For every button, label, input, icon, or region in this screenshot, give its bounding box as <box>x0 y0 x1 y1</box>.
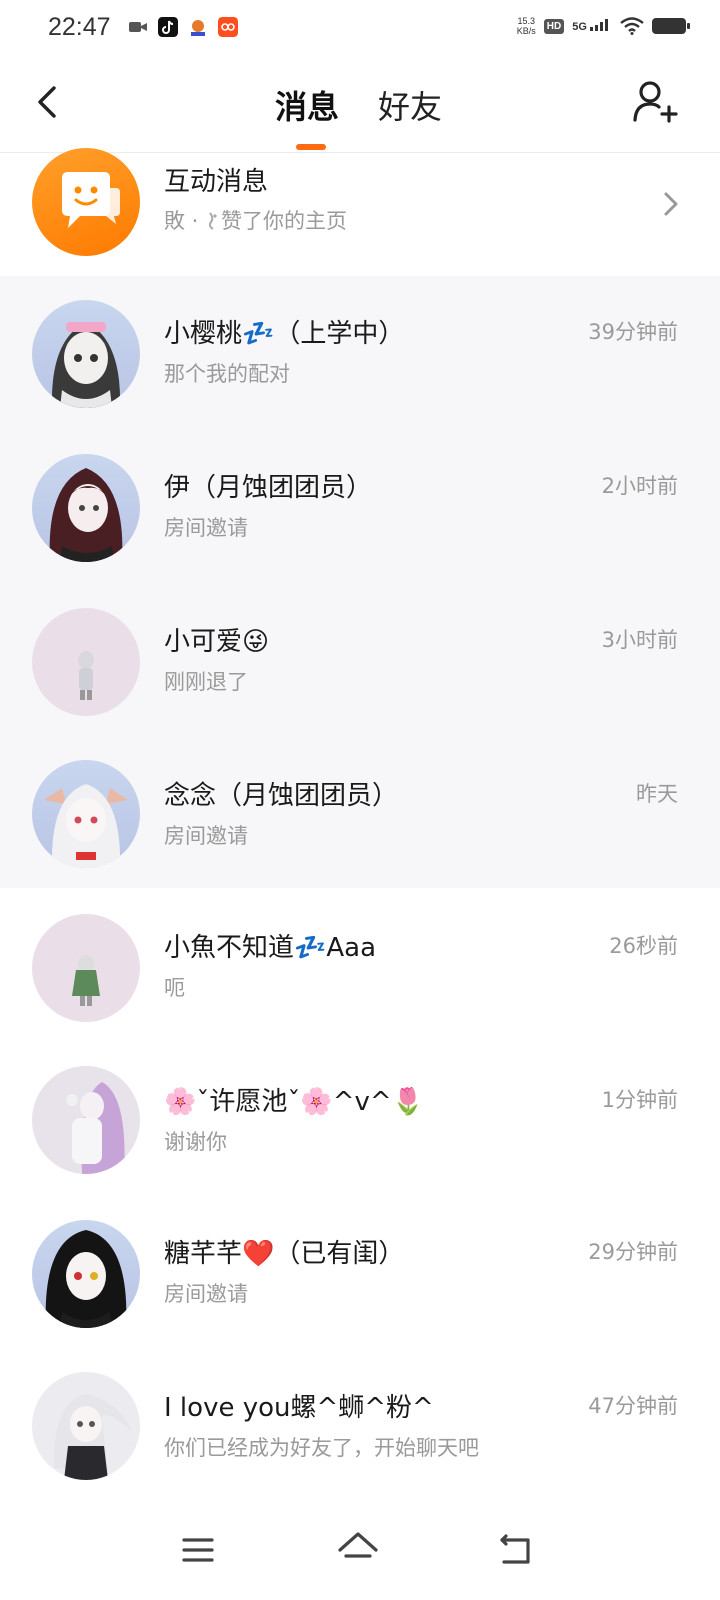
network-speed-unit: KB/s <box>516 26 536 36</box>
interaction-preview-user: 敗 · <box>164 209 206 233</box>
system-navigation-bar <box>0 1508 720 1600</box>
message-preview: 房间邀请 <box>164 824 248 848</box>
avatar-glyph-icon <box>208 212 217 230</box>
message-preview: 刚刚退了 <box>164 670 248 694</box>
message-time: 2小时前 <box>601 474 678 498</box>
status-bar: 22:47 15.3 KB/s HD 5G <box>0 0 720 56</box>
conversation-row[interactable]: I love you螺^蛳^粉^ 你们已经成为好友了，开始聊天吧 47分钟前 <box>0 1350 720 1506</box>
message-preview: 房间邀请 <box>164 516 248 540</box>
network-speed-value: 15.3 <box>517 16 536 26</box>
chibi-avatar-icon <box>72 955 100 1006</box>
user-avatar <box>32 454 140 562</box>
conversation-row[interactable]: 小樱桃💤（上学中） 那个我的配对 39分钟前 <box>0 276 720 432</box>
message-time: 3小时前 <box>601 628 678 652</box>
conversation-row[interactable]: 小魚不知道💤Aaa 呃 26秒前 <box>0 890 720 1046</box>
user-avatar <box>32 1066 140 1174</box>
message-time: 昨天 <box>636 782 678 806</box>
user-avatar <box>32 1372 140 1480</box>
contact-name: 小樱桃💤（上学中） <box>164 319 405 349</box>
message-time: 47分钟前 <box>588 1394 678 1418</box>
contact-name: 🌸ˇ许愿池ˇ🌸^v^🌷 <box>164 1087 425 1117</box>
conversation-row[interactable]: 伊（月蚀团团员） 房间邀请 2小时前 <box>0 430 720 586</box>
hd-badge: HD <box>543 18 565 34</box>
interaction-preview: 敗 · 赞了你的主页 <box>164 205 347 235</box>
message-time: 39分钟前 <box>588 320 678 344</box>
video-camera-icon <box>129 22 147 32</box>
battery-icon <box>652 18 690 34</box>
user-avatar <box>32 608 140 716</box>
user-avatar <box>32 1220 140 1328</box>
message-preview: 那个我的配对 <box>164 362 290 386</box>
anime-avatar-icon <box>66 1082 125 1174</box>
message-preview: 呃 <box>164 976 185 1000</box>
chibi-avatar-icon <box>78 651 94 700</box>
add-friend-icon[interactable] <box>632 78 678 126</box>
conversation-row[interactable]: 糖芊芊❤️（已有闺） 房间邀请 29分钟前 <box>0 1196 720 1352</box>
menu-icon[interactable] <box>174 1526 222 1574</box>
game-app-icon <box>188 17 208 37</box>
anime-avatar-icon <box>53 1394 133 1480</box>
back-arrow-icon[interactable] <box>30 80 70 124</box>
contact-name: I love you螺^蛳^粉^ <box>164 1393 434 1423</box>
anime-avatar-icon <box>49 468 123 562</box>
message-preview: 你们已经成为好友了，开始聊天吧 <box>164 1436 479 1460</box>
message-time: 26秒前 <box>609 934 678 958</box>
user-avatar <box>32 760 140 868</box>
network-type: 5G <box>572 21 587 33</box>
signal-icon: 5G <box>572 19 612 33</box>
network-speed: 15.3 KB/s <box>517 16 536 36</box>
message-time: 1分钟前 <box>601 1088 678 1112</box>
status-time: 22:47 <box>48 13 111 41</box>
status-notification-icons <box>128 17 238 37</box>
user-avatar <box>32 300 140 408</box>
wifi-icon <box>620 17 644 35</box>
home-icon[interactable] <box>334 1526 382 1574</box>
contact-name: 糖芊芊❤️（已有闺） <box>164 1239 405 1269</box>
interaction-title: 互动消息 <box>164 167 269 197</box>
chevron-right-icon <box>664 192 678 216</box>
message-preview: 房间邀请 <box>164 1282 248 1306</box>
status-indicators: 15.3 KB/s HD 5G <box>517 16 690 36</box>
tab-messages[interactable]: 消息 <box>275 82 339 128</box>
contact-name: 念念（月蚀团团员） <box>164 781 399 811</box>
back-icon[interactable] <box>492 1526 540 1574</box>
interaction-avatar <box>32 148 140 256</box>
tiktok-icon <box>158 17 178 37</box>
user-avatar <box>32 914 140 1022</box>
anime-avatar-icon <box>45 1230 127 1328</box>
conversation-row[interactable]: 念念（月蚀团团员） 房间邀请 昨天 <box>0 738 720 894</box>
message-preview: 谢谢你 <box>164 1130 227 1154</box>
anime-avatar-icon <box>44 784 128 868</box>
conversation-row[interactable]: 小可爱😜 刚刚退了 3小时前 <box>0 584 720 740</box>
contact-name: 小可爱😜 <box>164 627 270 657</box>
contact-name: 伊（月蚀团团员） <box>164 473 373 503</box>
chat-bubble-icon <box>62 172 120 228</box>
tab-friends[interactable]: 好友 <box>378 82 442 128</box>
message-time: 29分钟前 <box>588 1240 678 1264</box>
interaction-preview-action: 赞了你的主页 <box>221 209 348 233</box>
top-nav: 消息 好友 <box>0 60 720 153</box>
contact-name: 小魚不知道💤Aaa <box>164 933 377 963</box>
anime-avatar-icon <box>51 322 121 408</box>
interaction-messages-row[interactable]: 互动消息 敗 · 赞了你的主页 <box>0 148 720 276</box>
conversation-row[interactable]: 🌸ˇ许愿池ˇ🌸^v^🌷 谢谢你 1分钟前 <box>0 1044 720 1200</box>
app-88-icon <box>218 17 238 37</box>
